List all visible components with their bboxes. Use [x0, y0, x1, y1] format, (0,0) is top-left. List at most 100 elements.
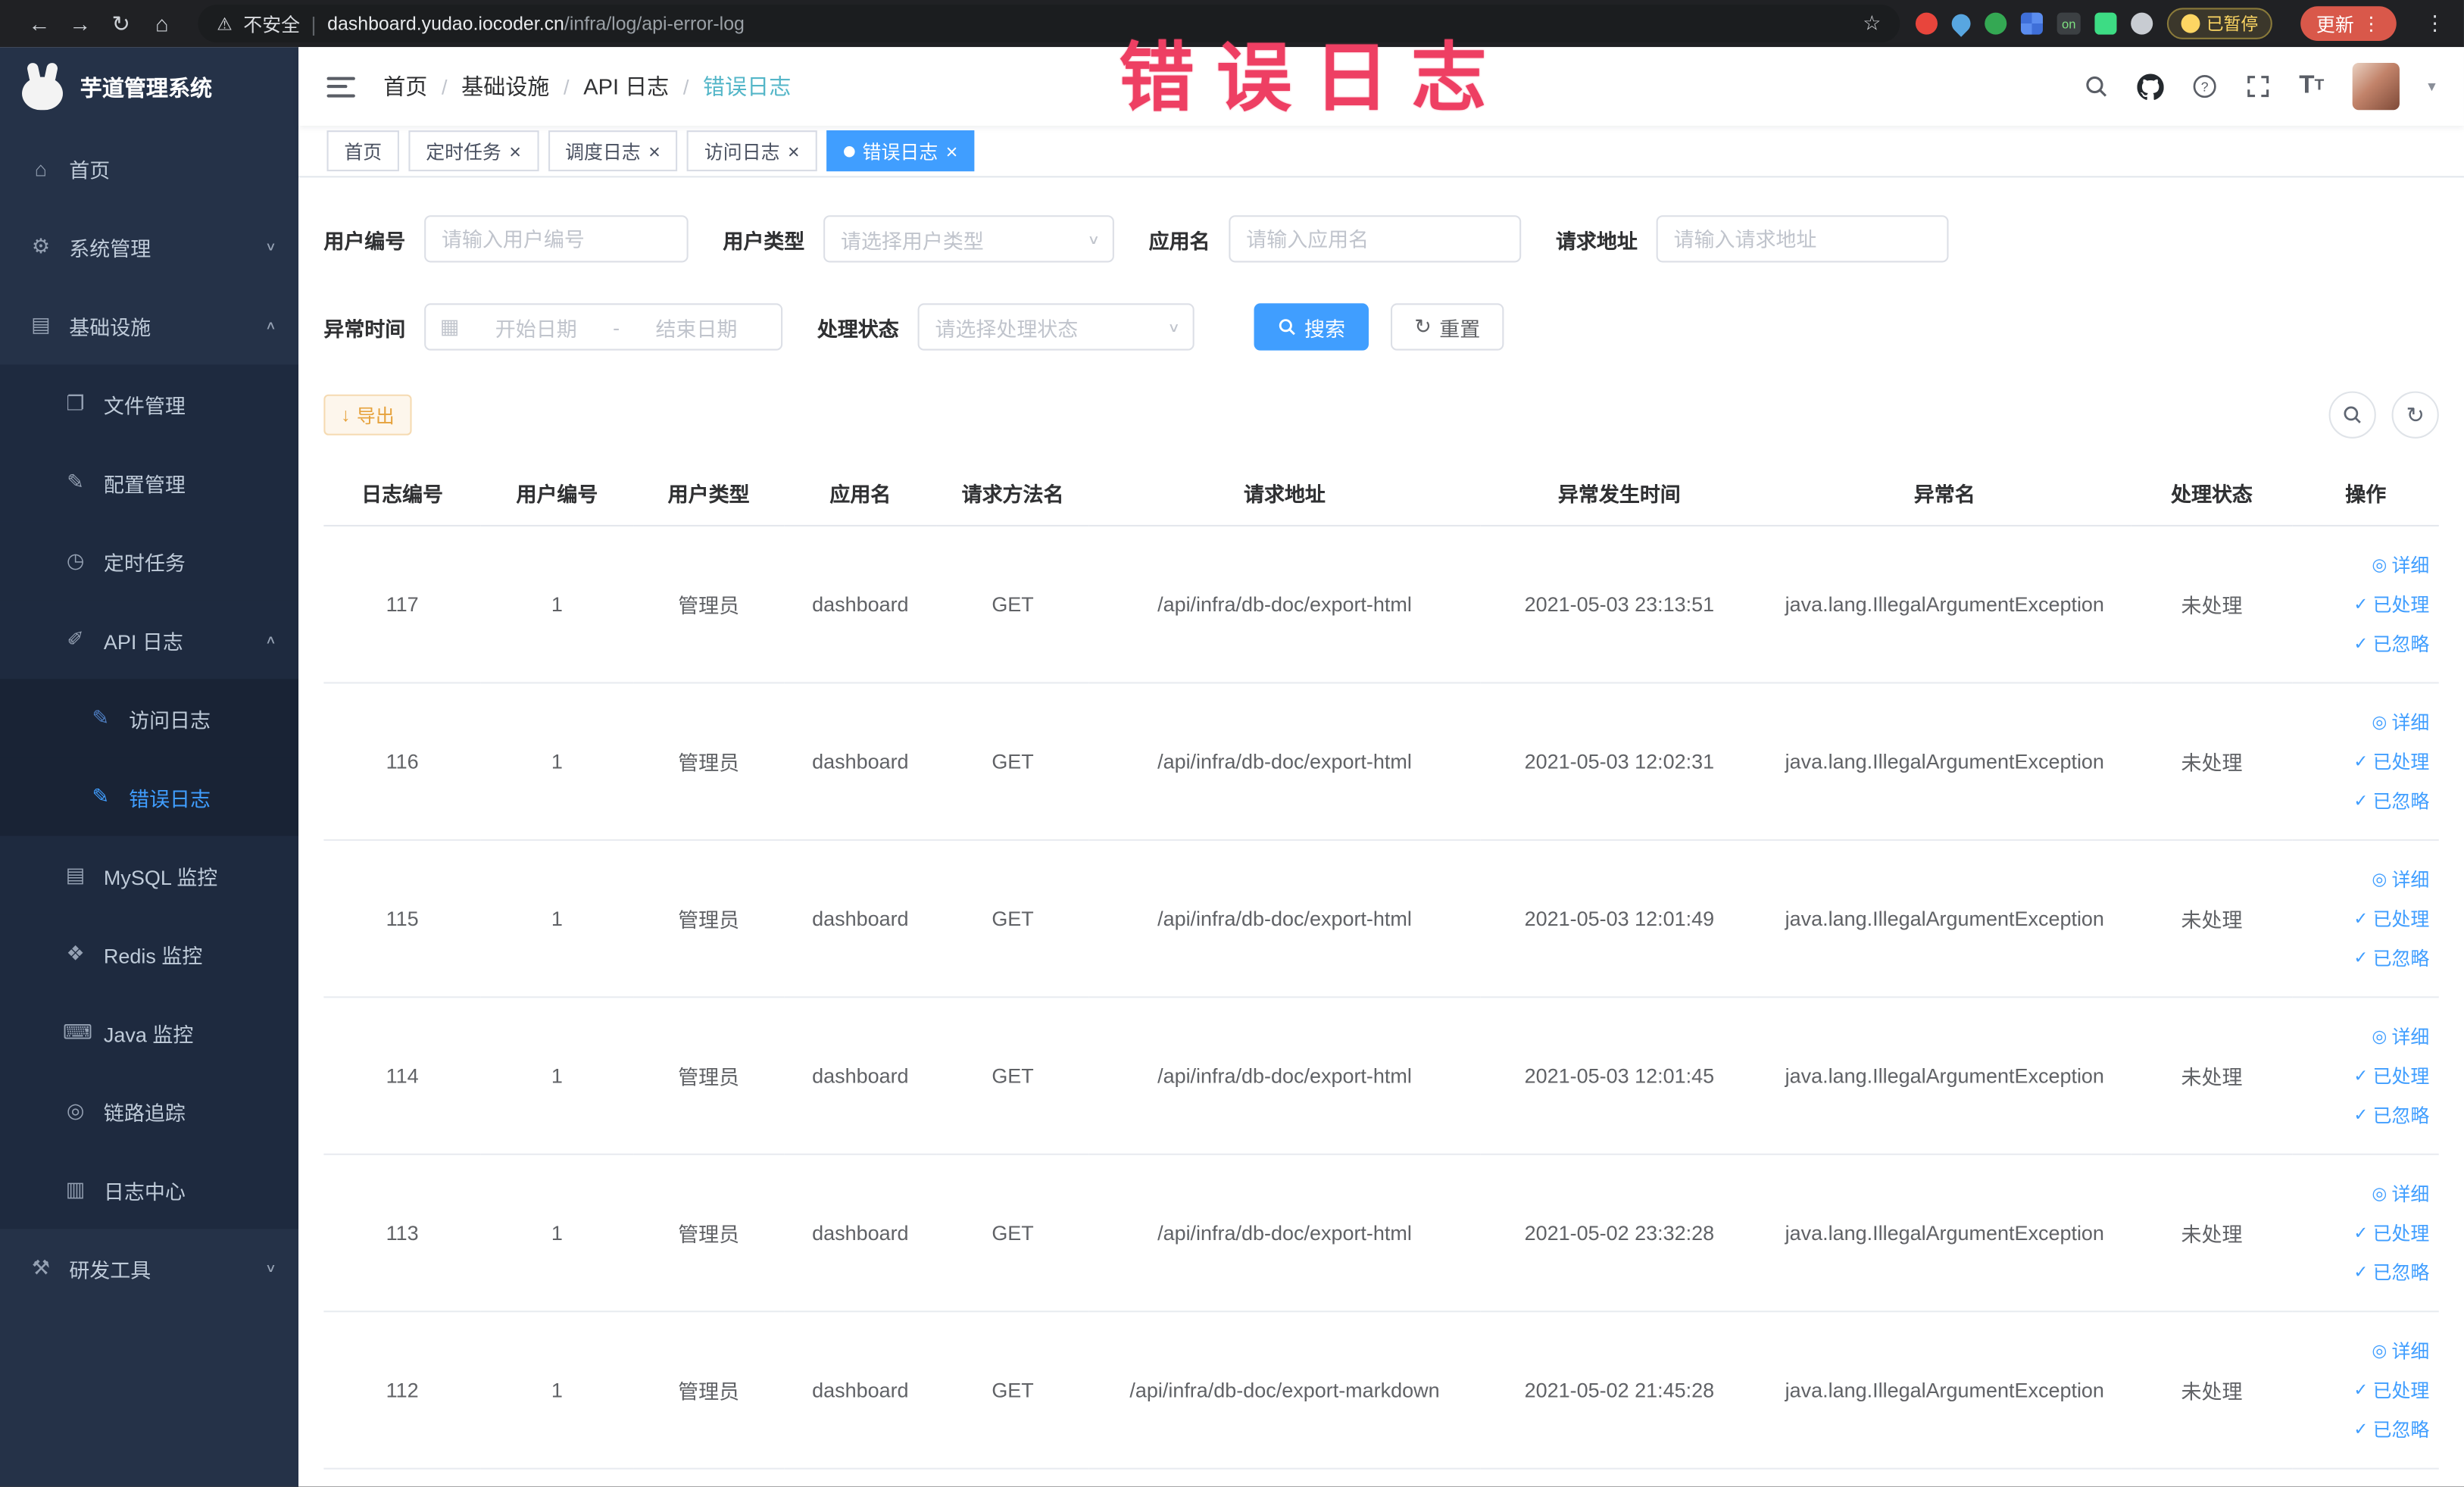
ignore-link[interactable]: ✓ 已忽略 [2299, 781, 2429, 820]
search-toggle-button[interactable] [2328, 391, 2376, 439]
breadcrumb-home[interactable]: 首页 [383, 70, 427, 102]
sidebar-item-system[interactable]: ⚙ 系统管理 ∨ [0, 208, 298, 286]
ignore-link[interactable]: ✓ 已忽略 [2299, 624, 2429, 664]
browser-menu-icon[interactable]: ⋮ [2425, 11, 2445, 36]
sidebar-item-error-log[interactable]: ✎ 错误日志 [0, 757, 299, 836]
job-icon: ◷ [66, 548, 85, 573]
extension-icon-green[interactable] [1985, 12, 2007, 35]
tab-error-log[interactable]: 错误日志 × [826, 130, 976, 172]
sidebar-item-infra[interactable]: ▤ 基础设施 ∧ [0, 286, 298, 365]
exception-time-range-picker[interactable]: ▦ 开始日期 - 结束日期 [424, 303, 783, 351]
column-header: 应用名 [784, 460, 937, 526]
chevron-down-icon[interactable]: ▾ [2428, 78, 2435, 95]
sidebar-item-log-center[interactable]: ▥ 日志中心 [0, 1150, 299, 1229]
github-icon[interactable] [2137, 73, 2164, 99]
forward-icon[interactable]: → [60, 11, 101, 36]
tab-home[interactable]: 首页 [326, 130, 399, 172]
refresh-icon: ↻ [1414, 314, 1432, 339]
sidebar-item-dev-tools[interactable]: ⚒ 研发工具 ∨ [0, 1229, 298, 1307]
cell-request-url: /api/infra/db-doc/export-html [1088, 997, 1481, 1155]
sidebar-item-file[interactable]: ❐ 文件管理 [0, 364, 299, 444]
fullscreen-icon[interactable] [2246, 74, 2271, 99]
help-icon[interactable]: ? [2192, 74, 2217, 99]
close-icon[interactable]: × [788, 141, 800, 161]
tab-access-log[interactable]: 访问日志 × [687, 130, 817, 172]
app-logo[interactable]: 芋道管理系统 [0, 47, 298, 129]
cell-request-url: /api/infra/db-doc/export-html [1088, 1154, 1481, 1313]
breadcrumb-infra[interactable]: 基础设施 [461, 70, 549, 102]
detail-link[interactable]: ◎ 详细 [2299, 702, 2429, 742]
detail-link[interactable]: ◎ 详细 [2299, 1331, 2429, 1370]
infra-icon: ▤ [31, 312, 51, 336]
sidebar-item-config[interactable]: ✎ 配置管理 [0, 443, 299, 522]
update-button[interactable]: 更新 ⋮ [2300, 6, 2397, 41]
user-type-select[interactable]: 请选择用户类型 ∨ [823, 215, 1114, 263]
check-icon: ✓ [2353, 752, 2369, 772]
cell-user-type: 管理员 [633, 525, 785, 684]
close-icon[interactable]: × [509, 141, 521, 161]
check-icon: ✓ [2353, 595, 2369, 615]
close-icon[interactable]: × [648, 141, 661, 161]
sidebar-item-home[interactable]: ⌂ 首页 [0, 129, 298, 208]
ignore-link[interactable]: ✓ 已忽略 [2299, 939, 2429, 978]
breadcrumb-api-log[interactable]: API 日志 [583, 70, 669, 102]
avatar[interactable] [2352, 62, 2400, 111]
chevron-up-icon: ∧ [264, 318, 277, 332]
chevron-down-icon: ∨ [264, 240, 277, 254]
app-name-field: 应用名 [1149, 215, 1522, 263]
ignore-link[interactable]: ✓ 已忽略 [2299, 1252, 2429, 1292]
annotation-overlay: 错误日志 [1119, 37, 1509, 121]
processed-link[interactable]: ✓ 已处理 [2299, 1370, 2429, 1410]
sidebar-item-redis[interactable]: ❖ Redis 监控 [0, 914, 299, 994]
close-icon[interactable]: × [946, 141, 958, 161]
home-icon[interactable]: ⌂ [142, 11, 183, 36]
processed-link[interactable]: ✓ 已处理 [2299, 1056, 2429, 1095]
extension-icon-red[interactable] [1916, 12, 1938, 35]
calendar-icon: ▦ [439, 314, 460, 339]
bookmark-star-icon[interactable]: ☆ [1863, 11, 1881, 36]
sidebar-item-api-log[interactable]: ✐ API 日志 ∧ [0, 600, 299, 679]
processed-link[interactable]: ✓ 已处理 [2299, 585, 2429, 624]
collapse-sidebar-icon[interactable] [326, 76, 355, 97]
extension-on-badge[interactable]: on [2056, 12, 2081, 35]
tab-job[interactable]: 定时任务 × [408, 130, 539, 172]
paused-extension-badge[interactable]: 已暂停 [2166, 8, 2272, 39]
column-header: 操作 [2292, 460, 2439, 526]
sidebar-item-tracer[interactable]: ◎ 链路追踪 [0, 1071, 299, 1151]
detail-link[interactable]: ◎ 详细 [2299, 545, 2429, 585]
refresh-button[interactable]: ↻ [2391, 391, 2439, 439]
detail-link[interactable]: ◎ 详细 [2299, 1174, 2429, 1214]
extension-icon-leaf[interactable] [2094, 12, 2117, 35]
font-size-icon[interactable]: TT [2299, 73, 2324, 99]
back-icon[interactable]: ← [19, 11, 60, 36]
extension-icon-drop[interactable] [1947, 10, 1975, 37]
sidebar-item-mysql[interactable]: ▤ MySQL 监控 [0, 836, 299, 915]
home-icon: ⌂ [34, 156, 48, 180]
address-bar[interactable]: ⚠ 不安全 | dashboard.yudao.iocoder.cn/infra… [198, 5, 1900, 43]
ignore-link[interactable]: ✓ 已忽略 [2299, 1095, 2429, 1135]
sidebar-item-job[interactable]: ◷ 定时任务 [0, 521, 299, 601]
search-icon[interactable] [2084, 74, 2109, 99]
reset-button[interactable]: ↻ 重置 [1391, 303, 1504, 351]
sidebar-item-access-log[interactable]: ✎ 访问日志 [0, 679, 299, 758]
reload-icon[interactable]: ↻ [101, 10, 142, 36]
export-button[interactable]: ↓ 导出 [323, 394, 412, 436]
app-name-input[interactable] [1229, 215, 1522, 263]
cell-exception-time: 2021-05-03 12:02:31 [1480, 683, 1759, 841]
eye-icon: ◎ [2372, 870, 2387, 890]
cell-process-status: 未处理 [2131, 839, 2293, 998]
ignore-link[interactable]: ✓ 已忽略 [2299, 1410, 2429, 1449]
processed-link[interactable]: ✓ 已处理 [2299, 742, 2429, 781]
user-id-input[interactable] [424, 215, 689, 263]
detail-link[interactable]: ◎ 详细 [2299, 860, 2429, 899]
processed-link[interactable]: ✓ 已处理 [2299, 1214, 2429, 1253]
detail-link[interactable]: ◎ 详细 [2299, 1017, 2429, 1056]
extension-icon-paw[interactable] [2131, 12, 2153, 35]
sidebar-item-java[interactable]: ⌨ Java 监控 [0, 993, 299, 1072]
extension-icon-grid[interactable] [2021, 12, 2044, 35]
request-url-input[interactable] [1656, 215, 1949, 263]
processed-link[interactable]: ✓ 已处理 [2299, 899, 2429, 939]
process-status-select[interactable]: 请选择处理状态 ∨ [917, 303, 1195, 351]
tab-job-log[interactable]: 调度日志 × [548, 130, 678, 172]
search-button[interactable]: 搜索 [1254, 303, 1369, 351]
